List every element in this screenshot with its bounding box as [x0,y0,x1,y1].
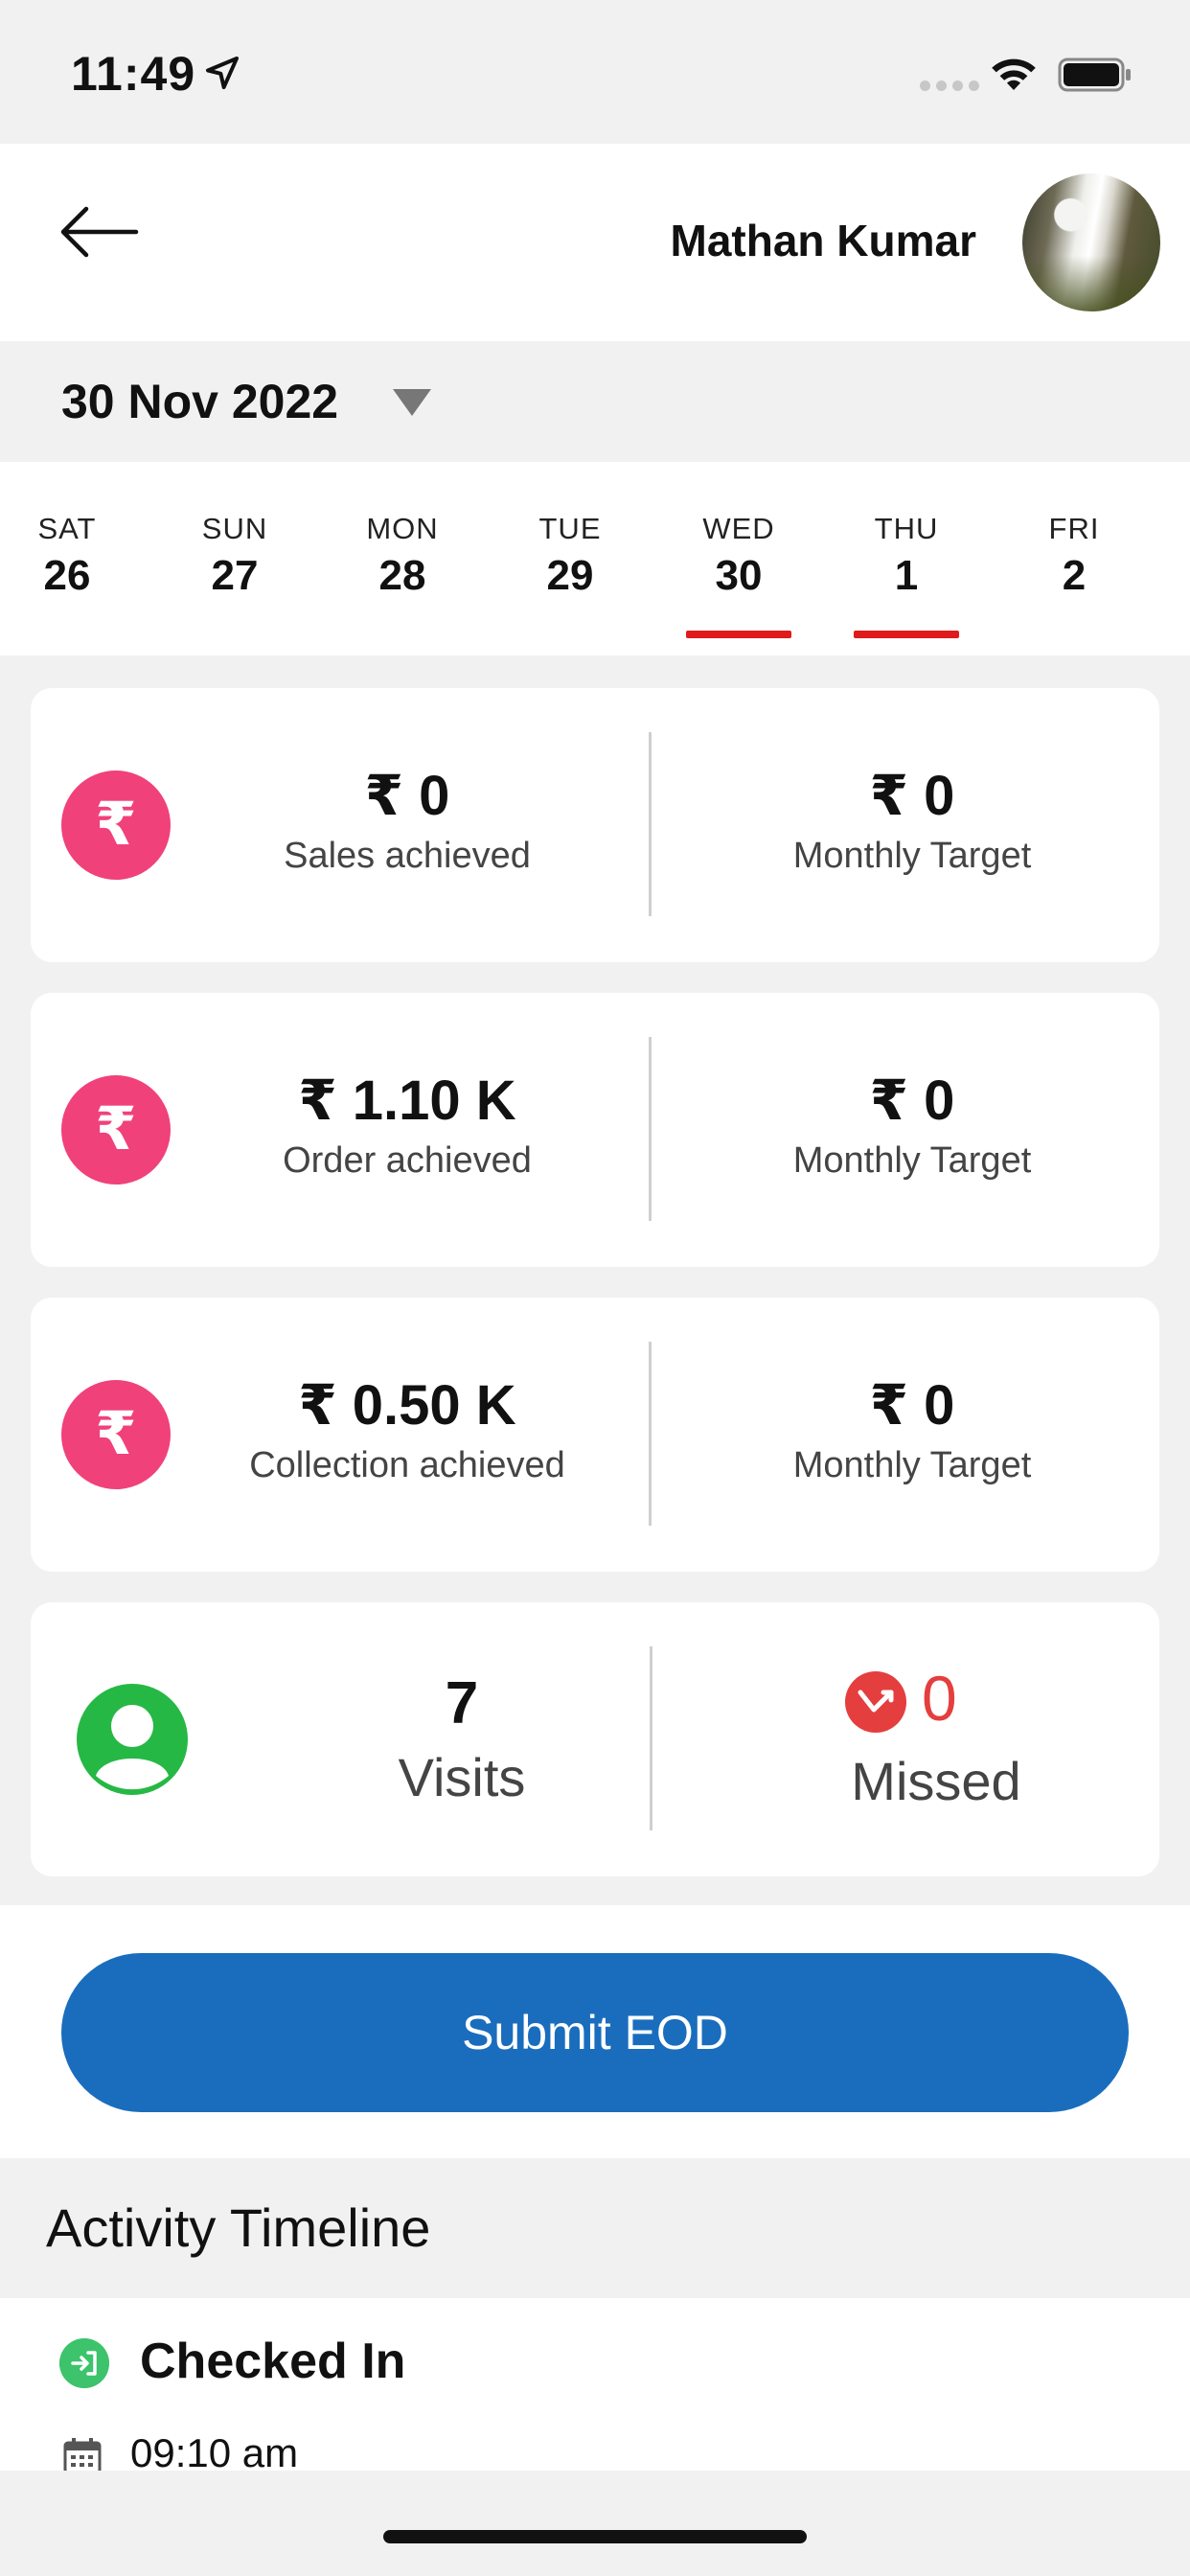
rupee-icon: ₹ [61,1075,171,1184]
target-label: Monthly Target [792,1445,1032,1485]
date-selector[interactable]: 30 Nov 2022 [0,341,1190,462]
day-number: 1 [894,552,919,599]
app-header: Mathan Kumar [0,144,1190,341]
timeline-title: Activity Timeline [46,2197,431,2258]
signal-dots-icon [920,80,979,91]
day-name: TUE [538,512,602,545]
day-item[interactable]: MON 28 [345,512,460,600]
sales-card: ₹ ₹ 0 Sales achieved ₹ 0 Monthly Target [31,688,1159,962]
missed-call-icon [845,1671,906,1733]
day-name: SUN [201,512,268,545]
calendar-icon [63,2438,102,2471]
divider [649,732,652,916]
day-name: MON [366,512,439,545]
target-value: ₹ 0 [869,1070,955,1132]
order-achieved: ₹ 1.10 K Order achieved [201,1068,613,1182]
divider [649,1342,652,1526]
sales-achieved: ₹ 0 Sales achieved [201,763,613,877]
checkin-label: Checked In [140,2334,406,2389]
collection-value: ₹ 0.50 K [298,1374,516,1437]
visits-count: 7 [445,1670,479,1736]
collection-card: ₹ ₹ 0.50 K Collection achieved ₹ 0 Month… [31,1298,1159,1572]
submit-section: Submit EOD [0,1905,1190,2158]
selected-date[interactable]: 30 Nov 2022 [61,374,338,429]
target-label: Monthly Target [792,836,1032,876]
visits-card: 7 Visits 0 Missed [31,1602,1159,1876]
submit-eod-button[interactable]: Submit EOD [61,1953,1129,2112]
rupee-icon: ₹ [61,1380,171,1489]
divider [649,1037,652,1221]
day-number: 26 [43,552,91,599]
day-underline [854,631,959,638]
collection-achieved: ₹ 0.50 K Collection achieved [201,1372,613,1486]
order-value: ₹ 1.10 K [298,1070,516,1132]
target-value: ₹ 0 [869,765,955,827]
divider [650,1646,652,1830]
order-card: ₹ ₹ 1.10 K Order achieved ₹ 0 Monthly Ta… [31,993,1159,1267]
day-item[interactable]: TUE 29 [513,512,628,600]
day-number: 27 [211,552,259,599]
timeline-entry: Checked In 09:10 am [0,2298,1190,2471]
check-in-icon [59,2338,109,2388]
order-label: Order achieved [283,1140,532,1181]
timeline-header: Activity Timeline [0,2158,1190,2298]
rupee-icon: ₹ [61,770,171,880]
day-name: WED [702,512,775,545]
week-strip: SAT 26 SUN 27 MON 28 TUE 29 WED 30 THU 1… [0,462,1190,656]
caret-down-icon[interactable] [393,389,431,416]
home-indicator[interactable] [383,2530,807,2543]
day-name: FRI [1048,512,1100,545]
user-name: Mathan Kumar [670,216,976,265]
wifi-icon [992,58,1036,90]
status-time: 11:49 [71,47,196,101]
checkin-time: 09:10 am [130,2430,299,2471]
collection-label: Collection achieved [249,1445,565,1485]
day-number: 28 [378,552,426,599]
missed-count: 0 [922,1663,957,1734]
arrow-left-icon[interactable] [57,203,140,261]
status-bar: 11:49 [0,0,1190,144]
collection-target: ₹ 0 Monthly Target [706,1372,1118,1486]
day-item[interactable]: THU 1 [849,512,964,638]
day-item[interactable]: FRI 2 [1017,512,1132,600]
day-item[interactable]: SUN 27 [177,512,292,600]
battery-icon [1058,58,1131,92]
sales-label: Sales achieved [284,836,531,876]
target-value: ₹ 0 [869,1374,955,1437]
sales-value: ₹ 0 [364,765,450,827]
visits-label: Visits [398,1747,526,1807]
location-arrow-icon [206,57,239,89]
target-label: Monthly Target [792,1140,1032,1181]
order-target: ₹ 0 Monthly Target [706,1068,1118,1182]
day-name: SAT [37,512,97,545]
sales-target: ₹ 0 Monthly Target [706,763,1118,877]
day-name: THU [874,512,939,545]
day-underline [686,631,791,638]
day-item[interactable]: WED 30 [681,512,796,638]
missed-label: Missed [851,1751,1021,1811]
day-number: 30 [715,552,763,599]
day-number: 2 [1062,552,1087,599]
user-circle-icon [77,1684,188,1795]
day-item[interactable]: SAT 26 [10,512,125,600]
day-number: 29 [546,552,594,599]
avatar[interactable] [1022,173,1160,311]
